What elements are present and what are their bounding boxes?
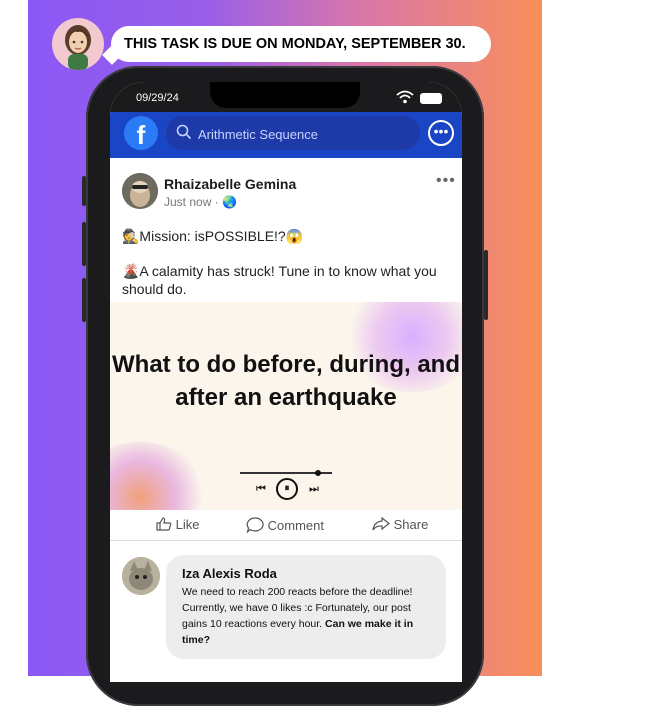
media-progress-bar[interactable] xyxy=(240,470,332,476)
commenter-name[interactable]: Iza Alexis Roda xyxy=(182,566,277,581)
phone-volume-down-button xyxy=(82,278,86,322)
commenter-avatar[interactable] xyxy=(122,557,160,595)
decor-blob xyxy=(110,442,210,510)
battery-icon xyxy=(420,93,442,104)
banner-text: THIS TASK IS DUE ON MONDAY, SEPTEMBER 30… xyxy=(124,36,466,52)
thumbs-up-icon xyxy=(156,517,172,531)
phone-power-button xyxy=(484,250,488,320)
comment-section: Iza Alexis Roda We need to reach 200 rea… xyxy=(110,541,462,682)
phone-volume-up-button xyxy=(82,222,86,266)
like-label: Like xyxy=(175,517,200,532)
teacher-avatar xyxy=(52,18,104,70)
post-text-line-2: 🌋A calamity has struck! Tune in to know … xyxy=(122,263,437,297)
search-input[interactable] xyxy=(196,116,420,152)
phone-mute-button xyxy=(82,176,86,206)
share-label: Share xyxy=(393,517,429,532)
wifi-icon xyxy=(396,90,414,104)
share-icon xyxy=(372,516,390,531)
comment-bubble: Iza Alexis Roda We need to reach 200 rea… xyxy=(166,555,446,659)
phone-notch xyxy=(210,82,360,108)
comment-text: We need to reach 200 reacts before the d… xyxy=(182,584,438,648)
facebook-logo-icon[interactable]: f xyxy=(124,116,158,150)
pause-button[interactable]: ⏸ xyxy=(276,478,298,500)
comment-button[interactable]: Comment xyxy=(246,517,324,534)
phone-screen: 09/29/24 f ••• Rhaizabelle Gemina Just n… xyxy=(110,82,462,682)
media-title: What to do before, during, and after an … xyxy=(112,351,460,411)
post-timestamp: Just now · 🌏 xyxy=(164,195,237,209)
post-media[interactable]: What to do before, during, and after an … xyxy=(110,302,462,510)
media-progress-knob[interactable] xyxy=(315,470,322,476)
more-options-icon[interactable]: ••• xyxy=(428,120,454,146)
post-options-icon[interactable]: ••• xyxy=(436,172,456,190)
post-text-line-1: 🕵Mission: isPOSSIBLE!?😱 xyxy=(122,228,304,244)
search-bar[interactable] xyxy=(166,116,420,152)
status-bar: 09/29/24 xyxy=(110,82,462,112)
previous-track-icon[interactable]: ⏮ xyxy=(256,483,266,496)
share-button[interactable]: Share xyxy=(372,516,429,532)
next-track-icon[interactable]: ⏭ xyxy=(309,483,319,496)
post-actions-bar: Like Comment Share xyxy=(110,510,462,541)
search-icon xyxy=(176,124,192,140)
comment-label: Comment xyxy=(267,518,324,533)
due-date-banner: THIS TASK IS DUE ON MONDAY, SEPTEMBER 30… xyxy=(111,26,491,62)
author-avatar[interactable] xyxy=(122,173,158,209)
post-author-name[interactable]: Rhaizabelle Gemina xyxy=(164,176,296,192)
comment-icon xyxy=(246,517,264,534)
status-date: 09/29/24 xyxy=(136,92,179,104)
like-button[interactable]: Like xyxy=(156,517,199,532)
